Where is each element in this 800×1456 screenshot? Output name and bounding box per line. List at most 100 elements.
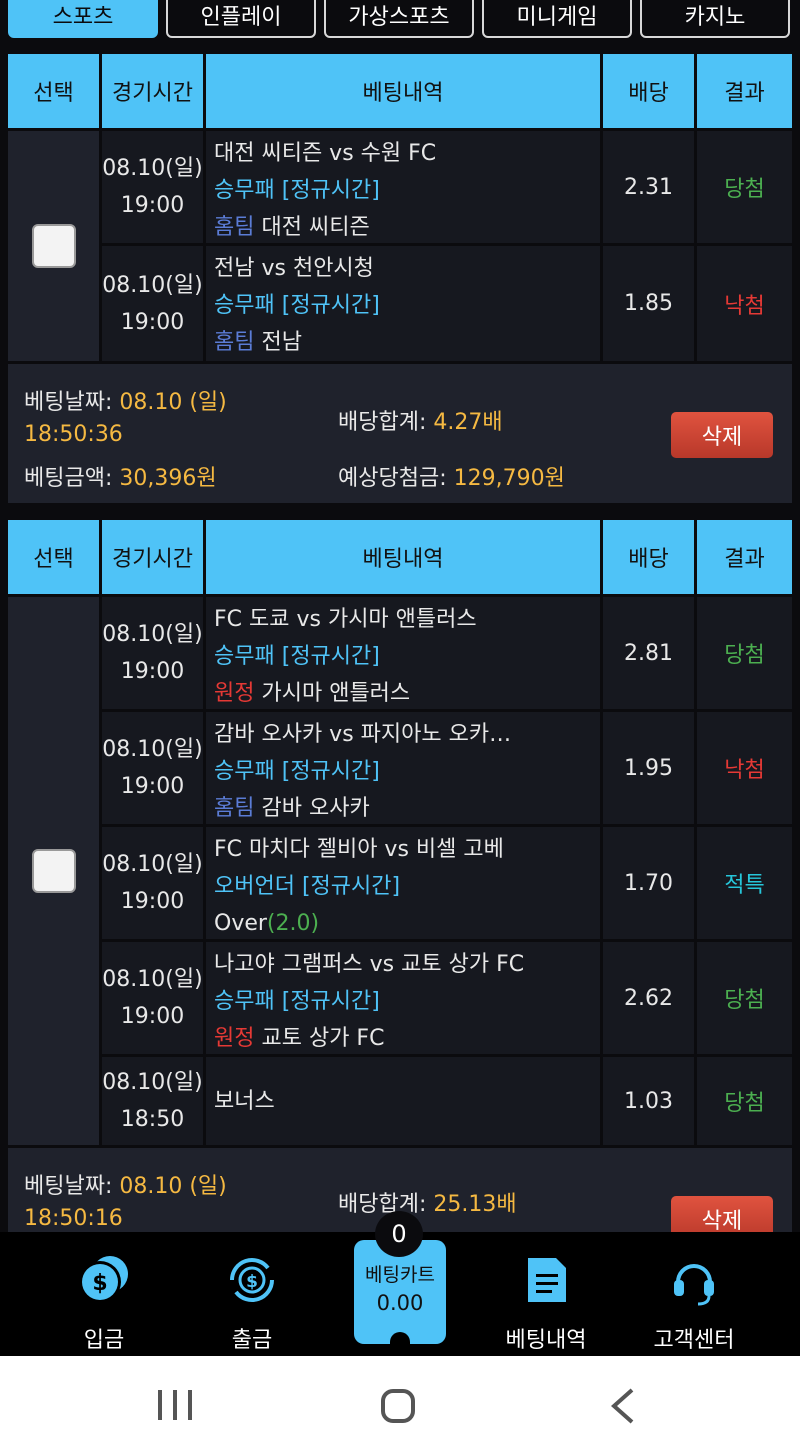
odds-value: 1.95 (603, 712, 697, 824)
bet-slip-2: 선택 경기시간 베팅내역 배당 결과 08.10(일) 19:00 FC 도쿄 … (8, 520, 792, 1287)
table-row: 08.10(일) 19:00 나고야 그램퍼스 vs 교토 상가 FC 승무패 … (102, 942, 792, 1057)
market-name: 승무패 (214, 989, 275, 1014)
market-period: [정규시간] (281, 178, 380, 203)
bet-date-value: 08.10 (일) (119, 1174, 227, 1199)
odds-value: 1.85 (603, 246, 697, 361)
bet-cart-value: 0.00 (376, 1291, 424, 1315)
pick-side: 홈팀 (214, 215, 255, 240)
header-result: 결과 (724, 547, 765, 572)
nav-deposit[interactable]: $ 입금 (44, 1252, 164, 1354)
pick-side: 홈팀 (214, 796, 255, 821)
result-badge: 적특 (697, 827, 792, 939)
tab-inplay[interactable]: 인플레이 (166, 0, 316, 38)
table-row: 08.10(일) 18:50 보너스 1.03 당첨 (102, 1057, 792, 1145)
odds-value: 1.03 (603, 1057, 697, 1145)
header-odds: 배당 (603, 54, 697, 128)
match-name: 전남 vs 천안시청 (214, 256, 374, 281)
bet-detail: 전남 vs 천안시청 승무패 [정규시간] 홈팀 전남 (206, 246, 603, 361)
table-header: 선택 경기시간 베팅내역 배당 결과 (8, 520, 792, 594)
nav-withdraw[interactable]: $ 출금 (192, 1252, 312, 1354)
result-badge: 당첨 (697, 942, 792, 1054)
header-result: 결과 (724, 81, 765, 106)
total-odds-label: 배당합계: (338, 1192, 427, 1217)
game-date: 08.10(일) (102, 967, 203, 992)
bet-date-label: 베팅날짜: (24, 1174, 113, 1199)
odds-value: 2.31 (603, 131, 697, 243)
header-select: 선택 (8, 54, 102, 128)
recent-apps-icon[interactable] (158, 1390, 192, 1420)
tab-casino[interactable]: 카지노 (640, 0, 790, 38)
bet-detail: 대전 씨티즌 vs 수원 FC 승무패 [정규시간] 홈팀 대전 씨티즌 (206, 131, 603, 243)
bet-rows-container: 08.10(일) 19:00 대전 씨티즌 vs 수원 FC 승무패 [정규시간… (8, 128, 792, 361)
game-time: 08.10(일) 19:00 (102, 131, 206, 243)
bet-detail: FC 마치다 젤비아 vs 비셀 고베 오버언더 [정규시간] Over(2.0… (206, 827, 603, 939)
select-cell (8, 131, 102, 361)
header-time: 경기시간 (102, 520, 206, 594)
game-date: 08.10(일) (102, 852, 203, 877)
market-period: [정규시간] (281, 759, 380, 784)
tab-sports[interactable]: 스포츠 (8, 0, 158, 38)
bet-date-label: 베팅날짜: (24, 390, 113, 415)
game-time: 08.10(일) 19:00 (102, 597, 206, 709)
tab-virtual-sports[interactable]: 가상스포츠 (324, 0, 474, 38)
odds-value: 1.70 (603, 827, 697, 939)
market-period: [정규시간] (281, 989, 380, 1014)
market-name: 오버언더 (214, 874, 295, 899)
odds-value: 2.62 (603, 942, 697, 1054)
bet-summary: 베팅날짜: 08.10 (일) 18:50:36 베팅금액: 30,396원 배… (8, 361, 792, 503)
nav-deposit-label: 입금 (83, 1328, 125, 1353)
back-icon[interactable] (610, 1388, 634, 1424)
game-time: 08.10(일) 19:00 (102, 712, 206, 824)
nav-support[interactable]: 고객센터 (634, 1252, 754, 1354)
market-period: [정규시간] (281, 644, 380, 669)
bet-select-checkbox[interactable] (31, 849, 76, 893)
market-name: 승무패 (214, 644, 275, 669)
bet-amount-label: 베팅금액: (24, 466, 113, 491)
document-icon (518, 1252, 574, 1308)
result-badge: 당첨 (697, 597, 792, 709)
table-row: 08.10(일) 19:00 FC 도쿄 vs 가시마 앤틀러스 승무패 [정규… (102, 597, 792, 712)
result-badge: 낙첨 (697, 246, 792, 361)
game-date: 08.10(일) (102, 1070, 203, 1095)
bet-slip-1: 선택 경기시간 베팅내역 배당 결과 08.10(일) 19:00 대전 씨티즌… (8, 54, 792, 503)
pick-team: 대전 씨티즌 (261, 215, 370, 240)
game-time: 08.10(일) 19:00 (102, 246, 206, 361)
market-period: [정규시간] (281, 293, 380, 318)
bet-select-checkbox[interactable] (31, 224, 76, 268)
bet-detail: 감바 오사카 vs 파지아노 오카… 승무패 [정규시간] 홈팀 감바 오사카 (206, 712, 603, 824)
pick-side: 원정 (214, 1026, 255, 1051)
game-hour: 19:00 (120, 774, 185, 799)
match-name: 나고야 그램퍼스 vs 교토 상가 FC (214, 952, 525, 977)
pick-side: 홈팀 (214, 330, 255, 355)
expected-win-value: 129,790원 (453, 466, 565, 491)
total-odds-label: 배당합계: (338, 410, 427, 435)
home-icon[interactable] (381, 1389, 415, 1423)
result-badge: 낙첨 (697, 712, 792, 824)
bet-time-value: 18:50:16 (24, 1206, 123, 1231)
pick-side: 원정 (214, 681, 255, 706)
table-row: 08.10(일) 19:00 감바 오사카 vs 파지아노 오카… 승무패 [정… (102, 712, 792, 827)
game-date: 08.10(일) (102, 737, 203, 762)
nav-bet-history[interactable]: 베팅내역 (486, 1252, 606, 1354)
pick-line: (2.0) (266, 911, 320, 936)
market-name: 승무패 (214, 293, 275, 318)
bet-detail: FC 도쿄 vs 가시마 앤틀러스 승무패 [정규시간] 원정 가시마 앤틀러스 (206, 597, 603, 709)
tab-minigame[interactable]: 미니게임 (482, 0, 632, 38)
match-name: 대전 씨티즌 vs 수원 FC (214, 141, 437, 166)
withdraw-cycle-icon: $ (224, 1252, 280, 1308)
table-row: 08.10(일) 19:00 대전 씨티즌 vs 수원 FC 승무패 [정규시간… (102, 131, 792, 246)
table-row: 08.10(일) 19:00 전남 vs 천안시청 승무패 [정규시간] 홈팀 … (102, 246, 792, 361)
match-name: FC 도쿄 vs 가시마 앤틀러스 (214, 607, 477, 632)
game-date: 08.10(일) (102, 156, 203, 181)
game-time: 08.10(일) 18:50 (102, 1057, 206, 1145)
bet-rows-container: 08.10(일) 19:00 FC 도쿄 vs 가시마 앤틀러스 승무패 [정규… (8, 594, 792, 1145)
market-name: 승무패 (214, 178, 275, 203)
pick-team: 가시마 앤틀러스 (261, 681, 411, 706)
delete-button[interactable]: 삭제 (671, 412, 773, 458)
nav-support-label: 고객센터 (653, 1328, 735, 1353)
pick-team: 전남 (261, 330, 302, 355)
game-hour: 18:50 (120, 1107, 185, 1132)
header-select: 선택 (8, 520, 102, 594)
cart-notch (390, 1332, 410, 1346)
select-cell (8, 597, 102, 1145)
